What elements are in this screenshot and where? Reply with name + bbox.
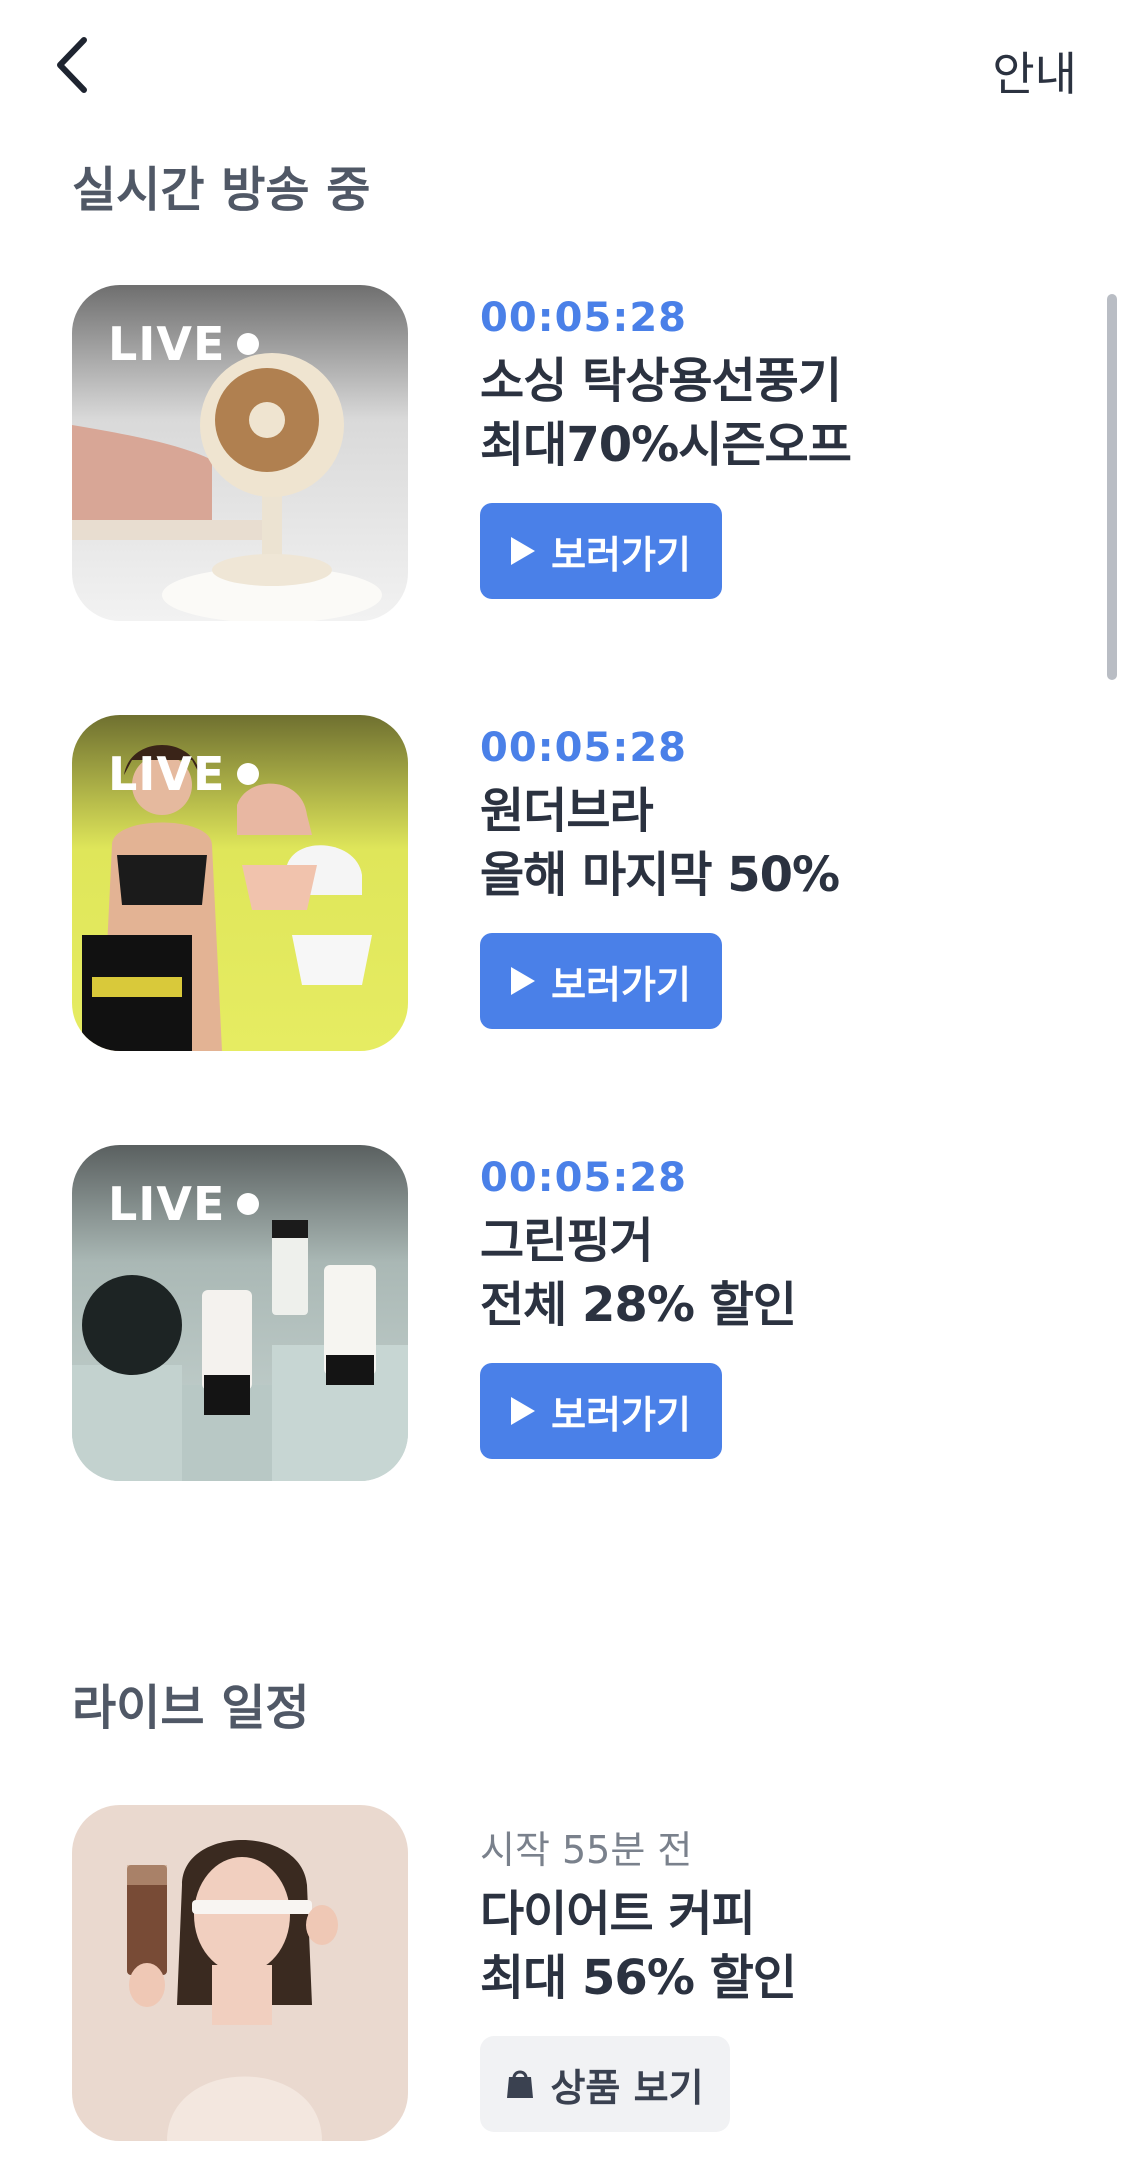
live-dot-icon [237,1193,260,1215]
start-time: 시작 55분 전 [480,1828,693,1872]
live-title: 원더브라 올해 마지막 50% [480,779,1060,907]
live-card-info: 00:05:28 그린핑거 전체 28% 할인 보러가기 [480,1145,1060,1459]
schedule-title-line2: 최대 56% 할인 [480,1950,797,2006]
view-product-button[interactable]: 상품 보기 [480,2036,730,2132]
live-card[interactable]: LIVE 00:05:28 소싱 탁상용선풍기 최대70%시즌오프 보러가기 [72,285,1072,621]
live-badge-label: LIVE [108,1177,226,1231]
schedule-card-info: 시작 55분 전 다이어트 커피 최대 56% 할인 상품 보기 [480,1805,1060,2132]
live-title-line1: 원더브라 [480,783,654,839]
view-product-button-label: 상품 보기 [550,2065,704,2110]
live-badge: LIVE [108,317,260,371]
live-card[interactable]: LIVE 00:05:28 그린핑거 전체 28% 할인 보러가기 [72,1145,1072,1481]
live-title-line2: 전체 28% 할인 [480,1277,797,1333]
live-timer: 00:05:28 [480,295,687,341]
watch-button[interactable]: 보러가기 [480,1363,722,1459]
live-title-line1: 그린핑거 [480,1213,654,1269]
shopping-bag-icon [507,2070,534,2098]
live-title-line2: 최대70%시즌오프 [480,417,852,473]
live-thumbnail-cosmetics[interactable]: LIVE [72,1145,408,1481]
play-icon [511,537,536,565]
live-section-title: 실시간 방송 중 [72,162,371,218]
live-title: 소싱 탁상용선풍기 최대70%시즌오프 [480,349,1060,477]
live-dot-icon [237,333,260,355]
live-badge-label: LIVE [108,317,226,371]
watch-button-label: 보러가기 [551,1392,691,1437]
watch-button-label: 보러가기 [551,532,691,577]
info-button[interactable]: 안내 [992,38,1077,104]
chevron-left-icon [57,37,87,93]
play-icon [511,967,536,995]
coffee-product-image [72,1805,408,2141]
live-title: 그린핑거 전체 28% 할인 [480,1209,1060,1337]
watch-button-label: 보러가기 [551,962,691,1007]
live-thumbnail-fan[interactable]: LIVE [72,285,408,621]
schedule-title-line1: 다이어트 커피 [480,1886,756,1942]
live-badge-label: LIVE [108,747,226,801]
live-title-line1: 소싱 탁상용선풍기 [480,353,842,409]
schedule-title: 다이어트 커피 최대 56% 할인 [480,1882,1060,2010]
watch-button[interactable]: 보러가기 [480,503,722,599]
live-badge: LIVE [108,1177,260,1231]
back-button[interactable] [44,30,114,100]
live-card[interactable]: LIVE 00:05:28 원더브라 올해 마지막 50% 보러가기 [72,715,1072,1051]
play-icon [511,1397,536,1425]
top-bar: 안내 [0,0,1125,130]
schedule-thumbnail-coffee[interactable] [72,1805,408,2141]
live-badge: LIVE [108,747,260,801]
schedule-card[interactable]: 시작 55분 전 다이어트 커피 최대 56% 할인 상품 보기 [72,1805,1072,2141]
live-dot-icon [237,763,260,785]
scrollbar[interactable] [1107,294,1117,680]
live-timer: 00:05:28 [480,725,687,771]
live-thumbnail-lingerie[interactable]: LIVE [72,715,408,1051]
live-card-info: 00:05:28 소싱 탁상용선풍기 최대70%시즌오프 보러가기 [480,285,1060,599]
schedule-section-title: 라이브 일정 [72,1680,310,1736]
live-title-line2: 올해 마지막 50% [480,847,840,903]
live-card-info: 00:05:28 원더브라 올해 마지막 50% 보러가기 [480,715,1060,1029]
live-timer: 00:05:28 [480,1155,687,1201]
watch-button[interactable]: 보러가기 [480,933,722,1029]
